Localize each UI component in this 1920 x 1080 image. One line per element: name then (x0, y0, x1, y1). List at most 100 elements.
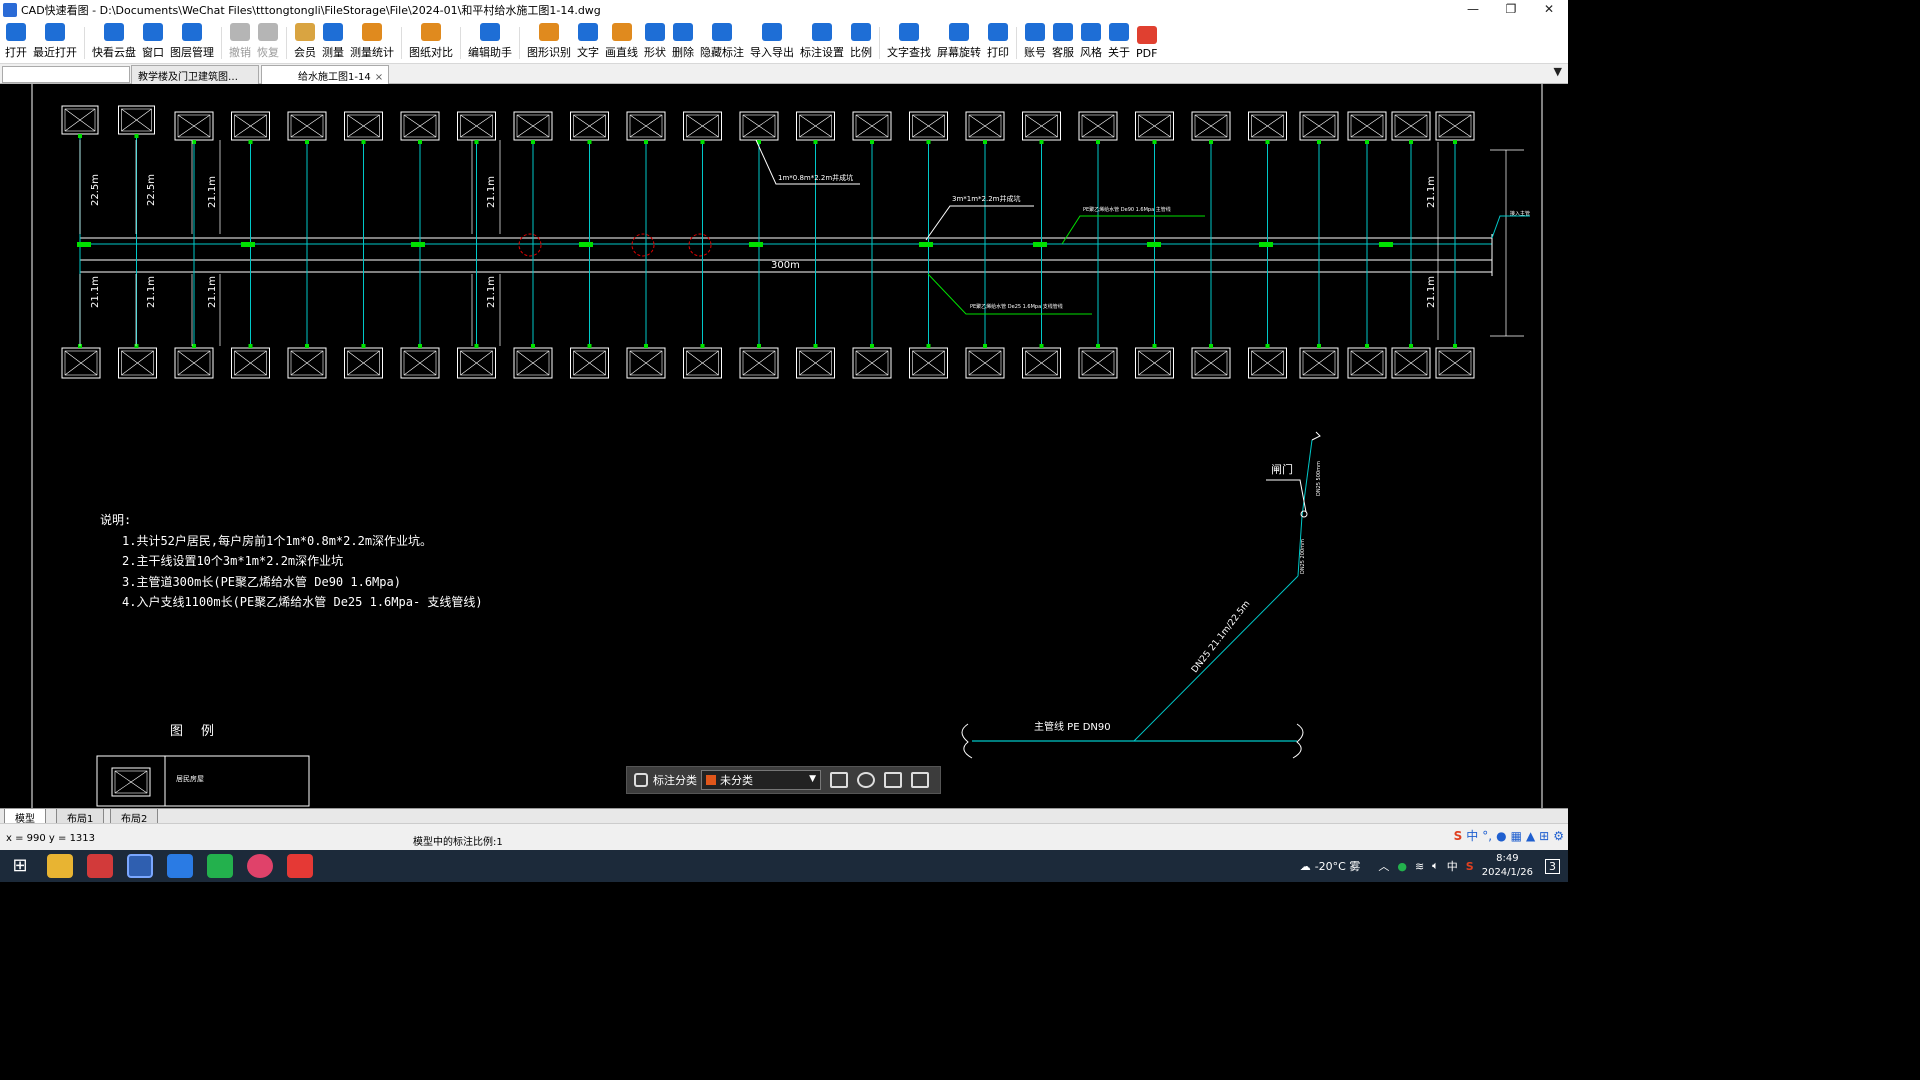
windows-start-icon[interactable]: ⊞ (7, 854, 33, 878)
toolbar-button-recent-clock[interactable]: 最近打开 (30, 22, 80, 63)
toolbar-button-shape-recognize[interactable]: 图形识别 (524, 22, 574, 63)
valve-marker (1453, 140, 1457, 144)
title-bar: CAD快速看图 - D:\Documents\WeChat Files\ttto… (0, 0, 1568, 20)
copy-icon[interactable] (884, 772, 902, 788)
ime-tray[interactable]: 中 (1447, 858, 1458, 874)
total-length-dim: 300m (771, 260, 800, 271)
sogou-icon[interactable]: S (1454, 829, 1463, 843)
wps-icon[interactable] (287, 854, 313, 878)
toolbar-button-open-folder[interactable]: 打开 (2, 22, 30, 63)
close-button[interactable]: ✕ (1530, 0, 1568, 20)
annotation-category-select[interactable]: 未分类 ▼ (701, 770, 821, 790)
valve-marker (531, 140, 535, 144)
detail-branch-pipe (1133, 575, 1299, 742)
ime-mode[interactable]: 中 (1466, 827, 1478, 844)
pit-marker (1033, 242, 1047, 247)
toolbar-button-print[interactable]: 打印 (984, 22, 1012, 63)
skin-icon[interactable]: ▲ (1526, 829, 1535, 843)
system-tray: ☁ -20°C 雾 ︿ ● ≋ 🔈︎ 中 S 8:49 2024/1/26 3 (1300, 850, 1568, 882)
note-line: 4.入户支线1100m长(PE聚乙烯给水管 De25 1.6Mpa- 支线管线) (122, 595, 483, 610)
toolbar-button-layers[interactable]: 图层管理 (167, 22, 217, 63)
dim-label: 21.1m (486, 175, 497, 208)
toolbar-button-annotation-settings[interactable]: 标注设置 (797, 22, 847, 63)
close-tab-icon[interactable]: × (375, 72, 383, 83)
toolbar-button-rotate-screen[interactable]: 屏幕旋转 (934, 22, 984, 63)
chevron-up-icon[interactable]: ︿ (1378, 858, 1389, 874)
file-explorer-icon[interactable] (47, 854, 73, 878)
app-icon[interactable] (247, 854, 273, 878)
toolbar-button-info[interactable]: 关于 (1105, 22, 1133, 63)
valve-leader (1266, 479, 1307, 513)
move-icon[interactable] (857, 772, 875, 788)
mic-icon[interactable]: ● (1496, 829, 1506, 843)
toolbar-button-vip[interactable]: 会员 (291, 22, 319, 63)
wechat-tray-icon[interactable]: ● (1397, 860, 1407, 873)
toolbar-label: 隐藏标注 (700, 46, 744, 59)
wechat-icon[interactable] (207, 854, 233, 878)
minimize-button[interactable]: — (1454, 0, 1492, 20)
toolbar-button-edit-assistant[interactable]: 编辑助手 (465, 22, 515, 63)
rotate-screen-icon (949, 23, 969, 41)
settings-icon[interactable]: ⚙ (1553, 829, 1564, 843)
tab-water-supply-drawing[interactable]: 给水施工图1-14 × (261, 65, 389, 84)
valve-marker (1096, 140, 1100, 144)
toolbar-button-pdf[interactable]: PDF (1133, 22, 1160, 63)
tab-layout2[interactable]: 布局2 (110, 809, 159, 825)
weather-text[interactable]: -20°C 雾 (1315, 858, 1361, 874)
pit-marker (411, 242, 425, 247)
tab-layout1[interactable]: 布局1 (56, 809, 105, 825)
maximize-button[interactable]: ❐ (1492, 0, 1530, 20)
toolbar-button-eraser[interactable]: 删除 (669, 22, 697, 63)
punctuation-icon[interactable]: °, (1482, 829, 1492, 843)
grid-icon[interactable] (634, 773, 648, 787)
toolbar-button-measure-stats[interactable]: 测量统计 (347, 22, 397, 63)
toolbar-label: 删除 (672, 46, 694, 59)
drawing-canvas[interactable]: 说明: 1.共计52户居民,每户房前1个1m*0.8m*2.2m深作业坑。 2.… (0, 84, 1568, 808)
shape-recognize-icon (539, 23, 559, 41)
toolbar-button-text-search[interactable]: 文字查找 (884, 22, 934, 63)
toolbar-button-line[interactable]: 画直线 (602, 22, 641, 63)
toolbar-button-hide-annotation[interactable]: 隐藏标注 (697, 22, 747, 63)
toolbar-button-compare[interactable]: 图纸对比 (406, 22, 456, 63)
volume-icon[interactable]: 🔈︎ (1432, 859, 1439, 873)
dim-label: 21.1m (1426, 175, 1437, 208)
pit-marker (1147, 242, 1161, 247)
dim-label: 21.1m (1426, 275, 1437, 308)
pdf-icon (1136, 26, 1157, 44)
valve-marker (1265, 344, 1270, 348)
toolbar-button-cloud[interactable]: 快看云盘 (89, 22, 139, 63)
valve-marker (644, 140, 648, 144)
clock[interactable]: 8:49 2024/1/26 (1482, 852, 1533, 880)
wifi-icon[interactable]: ≋ (1415, 860, 1424, 873)
toolbar-button-undo[interactable]: 撤销 (226, 22, 254, 63)
toolbar-button-import-export[interactable]: 导入导出 (747, 22, 797, 63)
toolbar-separator (1016, 27, 1017, 59)
tab-list-dropdown-icon[interactable]: ▼ (1554, 65, 1562, 78)
notification-icon[interactable]: 3 (1545, 858, 1560, 874)
toolbar-button-redo[interactable]: 恢复 (254, 22, 282, 63)
detail-dn-label: DN25 500mm (1316, 461, 1322, 496)
toolbox-icon[interactable]: ⊞ (1539, 829, 1549, 843)
toolbar-button-window[interactable]: 窗口 (139, 22, 167, 63)
toolbar-button-headset[interactable]: 客服 (1049, 22, 1077, 63)
toolbar-button-scale[interactable]: 比例 (847, 22, 875, 63)
layers-icon (182, 23, 202, 41)
review-app-icon[interactable] (87, 854, 113, 878)
toolbar-button-measure[interactable]: 测量 (319, 22, 347, 63)
toolbar-button-text[interactable]: 文字 (574, 22, 602, 63)
feishu-icon[interactable] (167, 854, 193, 878)
edit-annotation-icon[interactable] (830, 772, 848, 788)
valve-marker (1265, 140, 1270, 144)
tab-search-field[interactable] (2, 66, 130, 83)
cad-viewer-icon[interactable] (127, 854, 153, 878)
valve-label: 闸门 (1271, 463, 1293, 476)
tab-model[interactable]: 模型 (4, 809, 46, 825)
toolbar-button-style[interactable]: 风格 (1077, 22, 1105, 63)
tab-teaching-building[interactable]: 教学楼及门卫建筑图… (131, 65, 259, 84)
toolbar-label: 打印 (987, 46, 1009, 59)
toolbar-button-account[interactable]: 账号 (1021, 22, 1049, 63)
sogou-tray-icon[interactable]: S (1466, 860, 1474, 873)
toolbar-button-shape[interactable]: 形状 (641, 22, 669, 63)
paste-icon[interactable] (911, 772, 929, 788)
keyboard-icon[interactable]: ▦ (1511, 829, 1522, 843)
